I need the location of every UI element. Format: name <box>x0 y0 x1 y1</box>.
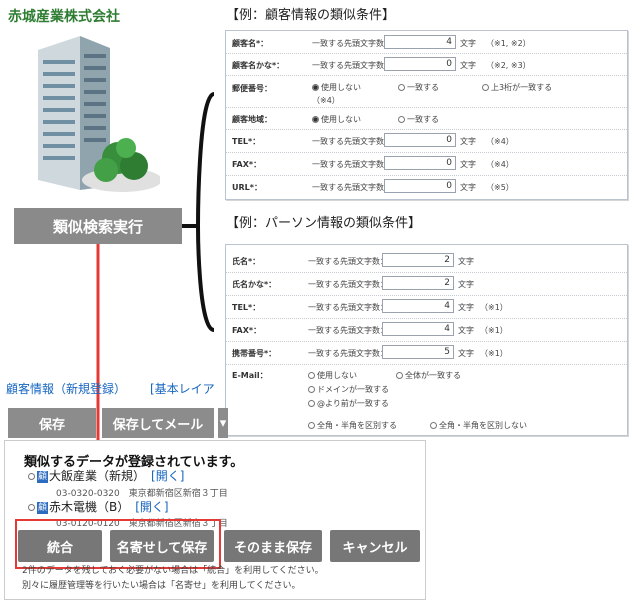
form-title-link[interactable]: 顧客情報（新規登録） <box>6 380 126 397</box>
record-2-radio[interactable] <box>28 504 35 511</box>
email-before-at-radio[interactable]: @より前が一致する <box>308 398 389 409</box>
dialog-footer-note-1: 2件のデータを残しておく必要がない場合は「統合」を利用してください。 <box>22 566 324 576</box>
customer-tel-row: TEL*： 一致する先頭文字数： 0 文字 （※4） <box>226 129 627 153</box>
customer-name-row: 顧客名*： 一致する先頭文字数： 4 文字 （※1, ※2） <box>226 31 627 54</box>
person-name-match-input[interactable]: 2 <box>382 253 454 267</box>
record-1-radio[interactable] <box>28 473 35 480</box>
basic-layout-link[interactable]: [基本レイア <box>150 380 215 397</box>
save-and-mail-button[interactable]: 保存してメール <box>102 408 214 438</box>
person-fax-row: FAX*： 一致する先頭文字数： 4 文字 （※1） <box>226 318 627 342</box>
case-insensitive-radio[interactable]: 全角・半角を区別しない <box>430 420 527 431</box>
save-as-is-button[interactable]: そのまま保存 <box>224 530 322 562</box>
cancel-button[interactable]: キャンセル <box>330 530 420 562</box>
customer-fax-row: FAX*： 一致する先頭文字数： 0 文字 （※4） <box>226 152 627 176</box>
record-1: 顧大飯産業（新規） [開く] <box>28 467 184 484</box>
person-conditions-panel: 氏名*： 一致する先頭文字数： 2 文字 氏名かな*： 一致する先頭文字数： 2… <box>225 244 628 436</box>
person-email-row: E-Mail： 使用しない 全体が一致する ドメインが一致する @より前が一致す… <box>232 370 527 431</box>
record-2: 顧赤木電機（B） [開く] <box>28 498 169 515</box>
person-section-title: 【例：パーソン情報の類似条件】 <box>226 216 422 231</box>
person-name-row: 氏名*： 一致する先頭文字数： 2 文字 <box>226 249 627 273</box>
region-none-radio[interactable]: 使用しない <box>312 114 361 125</box>
person-fax-match-input[interactable]: 4 <box>382 322 454 336</box>
record-2-open-link[interactable]: [開く] <box>135 500 168 514</box>
person-tel-match-input[interactable]: 4 <box>382 299 454 313</box>
postal-none-radio[interactable]: 使用しない <box>312 82 361 93</box>
customer-tel-match-input[interactable]: 0 <box>384 133 456 147</box>
case-sensitive-radio[interactable]: 全角・半角を区別する <box>308 420 397 431</box>
customer-kana-match-input[interactable]: 0 <box>384 57 456 71</box>
person-kana-match-input[interactable]: 2 <box>382 276 454 290</box>
postal-first3-radio[interactable]: 上3桁が一致する <box>482 82 552 93</box>
highlight-frame <box>15 519 221 569</box>
customer-url-match-input[interactable]: 0 <box>384 179 456 193</box>
region-match-radio[interactable]: 一致する <box>398 114 439 125</box>
record-icon: 顧 <box>37 501 48 514</box>
save-button[interactable]: 保存 <box>8 408 96 438</box>
record-1-open-link[interactable]: [開く] <box>151 469 184 483</box>
postal-match-radio[interactable]: 一致する <box>398 82 439 93</box>
person-kana-row: 氏名かな*： 一致する先頭文字数： 2 文字 <box>226 272 627 296</box>
customer-fax-match-input[interactable]: 0 <box>384 156 456 170</box>
person-mobile-match-input[interactable]: 5 <box>382 345 454 359</box>
customer-name-match-input[interactable]: 4 <box>384 35 456 49</box>
person-tel-row: TEL*： 一致する先頭文字数： 4 文字 （※1） <box>226 295 627 319</box>
dialog-footer-note-2: 別々に履歴管理等を行いたい場合は「名寄せ」を利用してください。 <box>22 581 301 591</box>
toolbar-more-button[interactable]: ▾ <box>218 408 228 438</box>
customer-region-row: 顧客地域： 使用しない 一致する <box>226 107 627 130</box>
customer-kana-row: 顧客名かな*： 一致する先頭文字数： 0 文字 （※2, ※3） <box>226 53 627 76</box>
customer-conditions-panel: 顧客名*： 一致する先頭文字数： 4 文字 （※1, ※2） 顧客名かな*： 一… <box>225 30 628 200</box>
postal-code-row: 郵便番号： 使用しない 一致する 上3桁が一致する （※4） <box>226 75 627 108</box>
email-domain-radio[interactable]: ドメインが一致する <box>308 384 389 395</box>
office-building-icon <box>38 36 160 192</box>
record-icon: 顧 <box>37 470 48 483</box>
similar-search-run-button[interactable]: 類似検索実行 <box>14 208 182 244</box>
email-none-radio[interactable]: 使用しない <box>308 370 357 381</box>
email-all-radio[interactable]: 全体が一致する <box>396 370 461 381</box>
company-name: 赤城産業株式会社 <box>8 9 120 25</box>
person-mobile-row: 携帯番号*： 一致する先頭文字数： 5 文字 （※1） <box>226 341 627 365</box>
customer-url-row: URL*： 一致する先頭文字数： 0 文字 （※5） <box>232 179 514 193</box>
customer-section-title: 【例：顧客情報の類似条件】 <box>226 8 396 23</box>
